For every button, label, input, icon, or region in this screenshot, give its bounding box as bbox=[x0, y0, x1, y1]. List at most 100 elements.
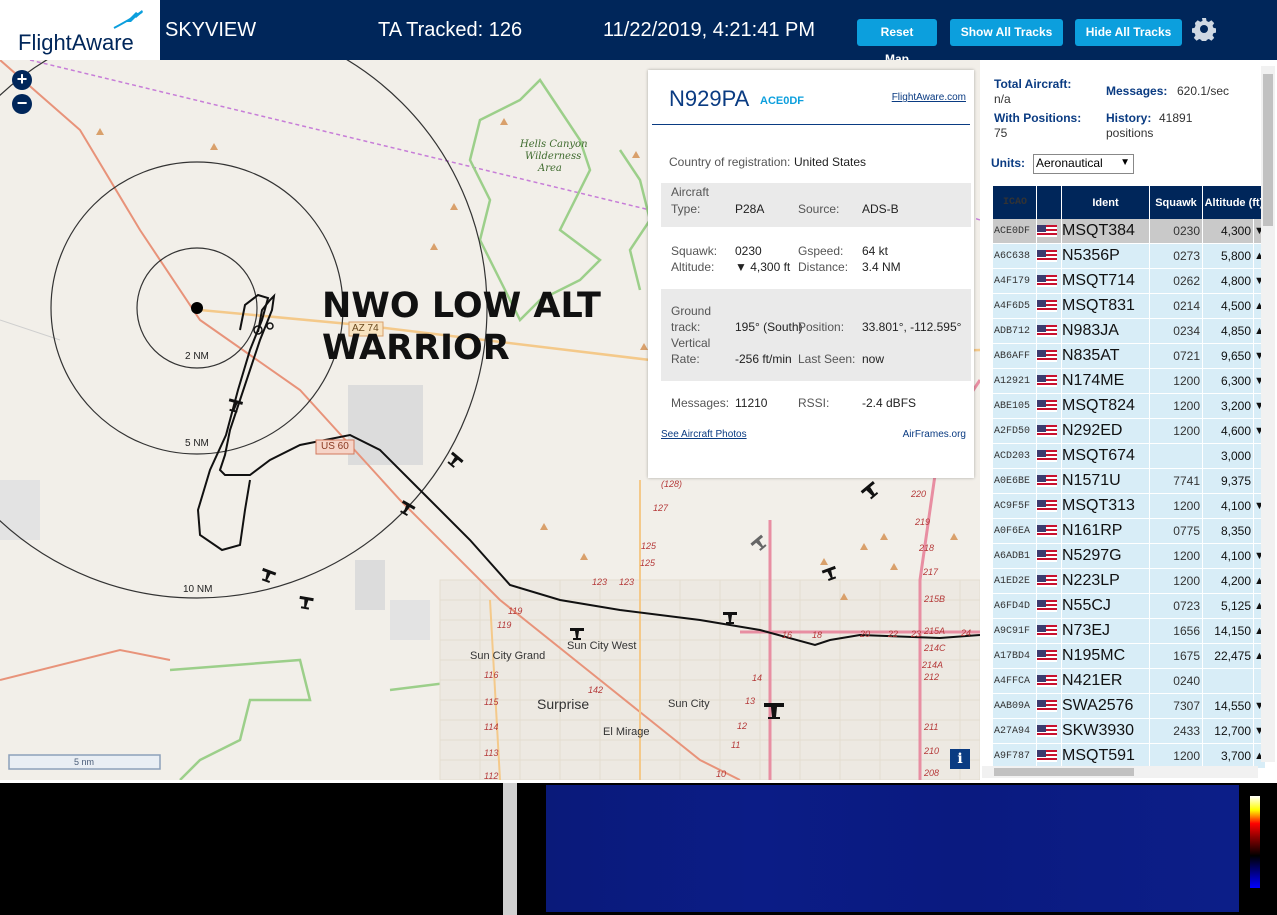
ident-cell: N292ED bbox=[1061, 418, 1150, 444]
table-row[interactable]: A0F6EA N161RP 0775 8,350 bbox=[993, 518, 1266, 544]
distance-label: Distance: bbox=[798, 260, 849, 274]
column-ident[interactable]: Ident bbox=[1061, 186, 1150, 219]
country-label: Country of registration: bbox=[669, 155, 791, 169]
info-shade-2 bbox=[661, 289, 971, 381]
scrollbar-thumb[interactable] bbox=[1263, 74, 1273, 226]
ident-cell: N5356P bbox=[1061, 243, 1150, 269]
airframes-link[interactable]: AirFrames.org bbox=[903, 429, 966, 440]
table-row[interactable]: A9C91F N73EJ 1656 14,150 ▲ bbox=[993, 618, 1266, 644]
map-info-button[interactable]: i bbox=[950, 749, 970, 769]
ident-cell: N195MC bbox=[1061, 643, 1150, 669]
ident-cell: N55CJ bbox=[1061, 593, 1150, 619]
sidebar-vertical-scrollbar[interactable] bbox=[1261, 66, 1275, 762]
altitude-cell: 4,500 bbox=[1202, 293, 1254, 319]
position-label: Position: bbox=[798, 320, 845, 334]
column-squawk[interactable]: Squawk bbox=[1149, 186, 1203, 219]
route-number: 10 bbox=[716, 769, 727, 779]
country-value: United States bbox=[794, 155, 867, 169]
reset-map-button[interactable]: Reset Map bbox=[857, 19, 937, 66]
route-number: 114 bbox=[484, 722, 499, 732]
table-row[interactable]: A9F787 MSQT591 1200 3,700 ▲ bbox=[993, 743, 1266, 769]
route-number: 23 bbox=[911, 629, 922, 639]
squawk-cell: 0723 bbox=[1149, 593, 1203, 619]
map-annotation: NWO LOW ALT WARRIOR bbox=[322, 285, 601, 369]
history-value: 41891 bbox=[1159, 111, 1193, 125]
table-row[interactable]: A4FFCA N421ER 0240 bbox=[993, 668, 1266, 694]
table-row[interactable]: A27A94 SKW3930 2433 12,700 ▼ bbox=[993, 718, 1266, 744]
table-row[interactable]: ACE0DF MSQT384 0230 4,300 ▼ bbox=[993, 219, 1266, 244]
altitude-cell: 4,850 bbox=[1202, 318, 1254, 344]
altitude-cell: 3,000 bbox=[1202, 443, 1254, 469]
table-row[interactable]: A2FD50 N292ED 1200 4,600 ▼ bbox=[993, 418, 1266, 444]
icao-cell: A17BD4 bbox=[993, 643, 1037, 669]
route-number: 16 bbox=[782, 630, 793, 640]
table-row[interactable]: A0E6BE N1571U 7741 9,375 bbox=[993, 468, 1266, 494]
flightaware-logo[interactable]: FlightAware bbox=[0, 0, 160, 60]
column-icao[interactable]: ICAO bbox=[993, 186, 1037, 219]
table-row[interactable]: ACD203 MSQT674 3,000 bbox=[993, 443, 1266, 469]
icao-cell: ABE105 bbox=[993, 393, 1037, 419]
route-number: 215A bbox=[924, 626, 946, 636]
zoom-out-button[interactable]: − bbox=[12, 94, 32, 114]
aircraft-type-value: P28A bbox=[735, 202, 765, 216]
flag-cell bbox=[1036, 418, 1062, 444]
icao-cell: A6FD4D bbox=[993, 593, 1037, 619]
us-flag-icon bbox=[1037, 399, 1057, 412]
table-row[interactable]: A6FD4D N55CJ 0723 5,125 ▲ bbox=[993, 593, 1266, 619]
table-row[interactable]: AAB09A SWA2576 7307 14,550 ▼ bbox=[993, 693, 1266, 719]
place-label-surprise: Surprise bbox=[537, 696, 590, 712]
squawk-cell: 0230 bbox=[1149, 219, 1203, 244]
table-row[interactable]: A17BD4 N195MC 1675 22,475 ▲ bbox=[993, 643, 1266, 669]
sidebar-horizontal-scrollbar[interactable] bbox=[982, 766, 1258, 778]
us-flag-icon bbox=[1037, 474, 1057, 487]
route-number: 113 bbox=[484, 748, 499, 758]
table-row[interactable]: A6C638 N5356P 0273 5,800 ▲ bbox=[993, 243, 1266, 269]
squawk-cell: 1675 bbox=[1149, 643, 1203, 669]
hide-all-tracks-button[interactable]: Hide All Tracks bbox=[1075, 19, 1182, 46]
table-row[interactable]: AC9F5F MSQT313 1200 4,100 ▼ bbox=[993, 493, 1266, 519]
route-number: 142 bbox=[588, 685, 604, 695]
table-row[interactable]: A4F179 MSQT714 0262 4,800 ▼ bbox=[993, 268, 1266, 294]
source-label: Source: bbox=[798, 202, 840, 216]
icao-cell: A6C638 bbox=[993, 243, 1037, 269]
squawk-cell: 0262 bbox=[1149, 268, 1203, 294]
table-row[interactable]: A6ADB1 N5297G 1200 4,100 ▼ bbox=[993, 543, 1266, 569]
vertical-rate-value: -256 ft/min bbox=[735, 352, 792, 366]
aircraft-type-label-1: Aircraft bbox=[671, 185, 710, 199]
flag-cell bbox=[1036, 219, 1062, 244]
aircraft-type-label-2: Type: bbox=[671, 202, 701, 216]
flightaware-link[interactable]: FlightAware.com bbox=[892, 92, 966, 103]
table-row[interactable]: ADB712 N983JA 0234 4,850 ▲ bbox=[993, 318, 1266, 344]
us-flag-icon bbox=[1037, 574, 1057, 587]
us-flag-icon bbox=[1037, 599, 1057, 612]
altitude-cell: 14,150 bbox=[1202, 618, 1254, 644]
last-seen-value: now bbox=[862, 352, 885, 366]
panel-divider[interactable] bbox=[503, 783, 517, 915]
us-flag-icon bbox=[1037, 524, 1057, 537]
column-altitude[interactable]: Altitude (ft) bbox=[1202, 186, 1266, 219]
aircraft-photos-link[interactable]: See Aircraft Photos bbox=[661, 429, 747, 440]
place-label-sun-city: Sun City bbox=[668, 698, 710, 710]
waterfall-color-scale bbox=[1250, 796, 1260, 888]
table-row[interactable]: A12921 N174ME 1200 6,300 ▼ bbox=[993, 368, 1266, 394]
show-all-tracks-button[interactable]: Show All Tracks bbox=[950, 19, 1063, 46]
scrollbar-thumb[interactable] bbox=[994, 768, 1134, 776]
squawk-label: Squawk: bbox=[671, 244, 718, 258]
route-number: 20 bbox=[860, 629, 871, 639]
squawk-cell: 1200 bbox=[1149, 743, 1203, 769]
squawk-cell: 1656 bbox=[1149, 618, 1203, 644]
gear-icon[interactable] bbox=[1192, 17, 1216, 41]
icao-cell: A27A94 bbox=[993, 718, 1037, 744]
rssi-label: RSSI: bbox=[798, 396, 830, 410]
route-number: 219 bbox=[915, 517, 931, 527]
table-row[interactable]: AB6AFF N835AT 0721 9,650 ▼ bbox=[993, 343, 1266, 369]
units-select[interactable]: Aeronautical ▼ bbox=[1033, 154, 1134, 174]
ident-cell: N5297G bbox=[1061, 543, 1150, 569]
ident-cell: N161RP bbox=[1061, 518, 1150, 544]
messages-rate-value: 620.1/sec bbox=[1177, 84, 1230, 98]
table-row[interactable]: A1ED2E N223LP 1200 4,200 ▲ bbox=[993, 568, 1266, 594]
table-row[interactable]: ABE105 MSQT824 1200 3,200 ▼ bbox=[993, 393, 1266, 419]
table-row[interactable]: A4F6D5 MSQT831 0214 4,500 ▲ bbox=[993, 293, 1266, 319]
zoom-in-button[interactable]: + bbox=[12, 70, 32, 90]
altitude-cell bbox=[1202, 668, 1254, 694]
